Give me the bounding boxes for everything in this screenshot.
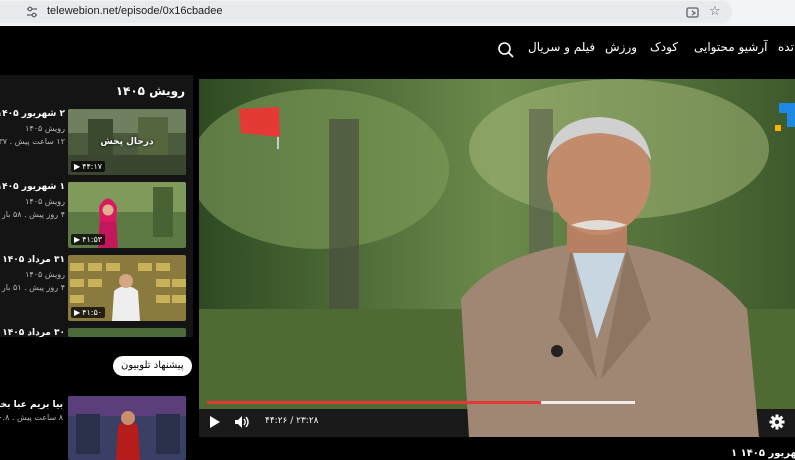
nav-item-archive[interactable]: آرشیو محتوایی <box>694 40 768 54</box>
episode-thumbnail[interactable]: ▶ ۴۱:۵۳ <box>68 182 186 248</box>
site-nav: تده آرشیو محتوایی کودک ورزش فیلم و سریال <box>0 27 795 71</box>
video-frame <box>199 79 795 437</box>
extension-icon[interactable] <box>686 6 699 19</box>
suggested-title: بیا بریم عبا بخریم <box>0 400 63 410</box>
video-player[interactable]: ۴۴:۲۶ / ۲۳:۲۸ <box>199 79 795 437</box>
duration-badge: ▶ ۴۴:۱۷ <box>71 161 106 172</box>
episode-thumbnail[interactable]: درحال پخش ▶ ۴۴:۱۷ <box>68 109 186 175</box>
nav-item-movies[interactable]: فیلم و سریال <box>528 40 595 54</box>
playlist-panel: رویش ۱۴۰۵ درحال پخش ▶۴۴:۱۷ ۲ شهریور ۱۴۰۵… <box>0 75 193 337</box>
suggest-button[interactable]: پیشنهاد تلوبیون <box>113 356 192 376</box>
suggested-item[interactable]: بیا بریم عبا بخریم ۸ ساعت پیش . ۰.۸ <box>0 396 193 460</box>
url-text[interactable]: telewebion.net/episode/0x16cbadee <box>47 5 223 17</box>
suggested-meta: ۸ ساعت پیش . ۰.۸ <box>0 413 63 422</box>
episode-item[interactable]: ▶ ۴۱:۵۰ ۳۱ مرداد ۱۴۰۵ رویش ۱۴۰۵ ۴ روز پیش… <box>0 255 193 323</box>
tune-icon[interactable] <box>26 6 38 18</box>
episode-title: ۱ شهریور ۱۴۰۵ <box>731 448 795 459</box>
nav-item-kids[interactable]: کودک <box>650 40 678 54</box>
episode-item[interactable]: ▶۴۱:۵۳ ۱ شهریور ۱۴۰۵ رویش ۱۴۰۵ ۴ روز پیش… <box>0 182 193 250</box>
episode-item[interactable]: ۳۰ مرداد ۱۴۰۵ <box>0 328 193 337</box>
episode-series: رویش ۱۴۰۵ <box>25 124 65 133</box>
play-small-icon: ▶ <box>74 162 81 171</box>
nav-item-home[interactable]: تده <box>778 40 794 54</box>
nav-item-sport[interactable]: ورزش <box>605 40 637 54</box>
settings-icon[interactable] <box>769 414 785 430</box>
episode-meta: ۱۲ ساعت پیش . ۳۷ <box>0 137 65 146</box>
episode-thumbnail[interactable] <box>68 328 186 337</box>
episode-thumbnail[interactable]: ▶ ۴۱:۵۰ <box>68 255 186 321</box>
address-field[interactable]: telewebion.net/episode/0x16cbadee ☆ <box>0 1 732 23</box>
episode-date: ۱ شهریور ۱۴۰۵ <box>0 182 65 192</box>
duration-badge: ▶ ۴۱:۵۰ <box>71 307 106 318</box>
episode-date: ۲ شهریور ۱۴۰۵ <box>0 109 65 119</box>
suggested-thumbnail[interactable] <box>68 396 186 460</box>
volume-icon[interactable] <box>234 415 250 429</box>
episode-series: رویش ۱۴۰۵ <box>25 197 65 206</box>
episode-meta: ۴ روز پیش . ۵۱ بار <box>1 283 65 292</box>
search-icon[interactable] <box>497 41 515 59</box>
episode-date: ۳۰ مرداد ۱۴۰۵ <box>2 328 65 337</box>
browser-url-bar: telewebion.net/episode/0x16cbadee ☆ <box>0 0 795 26</box>
duration-badge: ▶ ۴۱:۵۳ <box>71 234 106 245</box>
episode-date: ۳۱ مرداد ۱۴۰۵ <box>2 255 65 265</box>
time-display: ۴۴:۲۶ / ۲۳:۲۸ <box>265 416 319 426</box>
episode-series: رویش ۱۴۰۵ <box>25 270 65 279</box>
play-small-icon: ▶ <box>74 235 81 244</box>
now-playing-label: درحال پخش <box>100 137 154 147</box>
play-icon[interactable] <box>208 415 222 429</box>
star-icon[interactable]: ☆ <box>709 4 721 19</box>
progress-fill[interactable] <box>207 401 541 404</box>
playlist-title: رویش ۱۴۰۵ <box>115 84 185 98</box>
episode-meta: ۴ روز پیش . ۵۸ بار <box>1 210 65 219</box>
play-small-icon: ▶ <box>74 308 81 317</box>
episode-item[interactable]: درحال پخش ▶۴۴:۱۷ ۲ شهریور ۱۴۰۵ رویش ۱۴۰۵… <box>0 109 193 177</box>
